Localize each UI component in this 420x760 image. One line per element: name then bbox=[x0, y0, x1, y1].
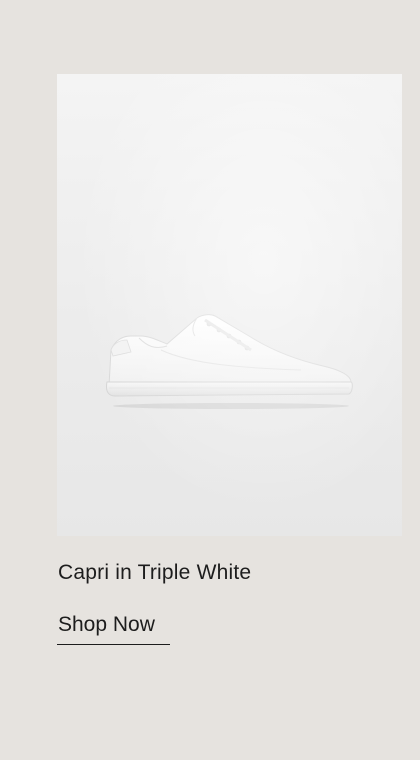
product-title: Capri in Triple White bbox=[58, 561, 252, 584]
shop-now-link[interactable]: Shop Now bbox=[58, 613, 155, 637]
shop-now-underline bbox=[57, 644, 170, 645]
product-image-card[interactable] bbox=[57, 74, 402, 536]
sneaker-image bbox=[101, 310, 357, 410]
